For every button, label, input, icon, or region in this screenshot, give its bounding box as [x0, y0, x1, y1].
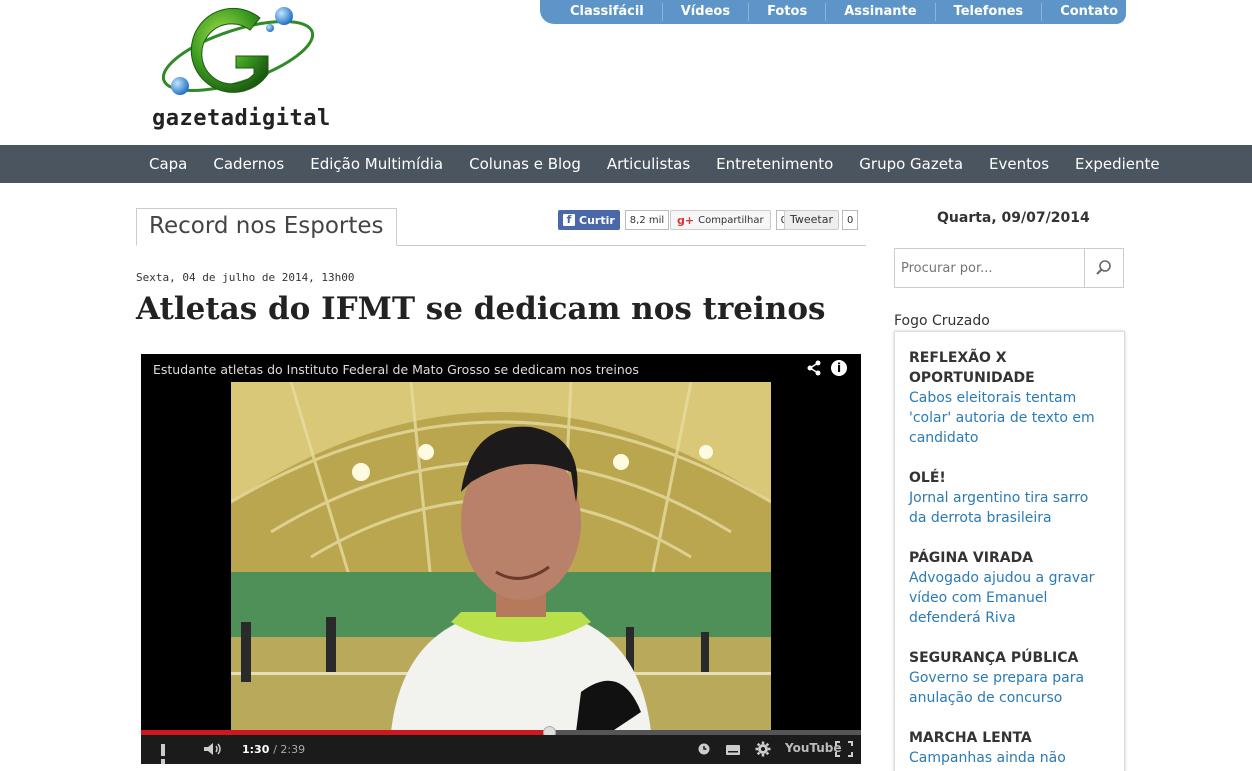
watch-later-icon[interactable]: [698, 743, 710, 758]
facebook-like-button[interactable]: f Curtir: [558, 210, 620, 230]
settings-gear-icon[interactable]: [755, 741, 771, 760]
top-menu-videos[interactable]: Vídeos: [663, 3, 750, 21]
facebook-icon: f: [563, 214, 575, 226]
logo-g-icon: [161, 7, 315, 95]
search-button[interactable]: [1085, 249, 1123, 287]
fullscreen-icon[interactable]: [835, 741, 853, 760]
fogo-cruzado-title: Fogo Cruzado: [894, 313, 990, 329]
fogo-cruzado-list: REFLEXÃO X OPORTUNIDADE Cabos eleitorais…: [894, 331, 1125, 771]
main-nav: Capa Cadernos Edição Multimídia Colunas …: [0, 145, 1252, 183]
facebook-like-label: Curtir: [579, 213, 615, 227]
nav-capa[interactable]: Capa: [136, 155, 200, 173]
video-controls: 1:30 / 2:39 YouTube: [141, 735, 861, 764]
top-menu-telefones[interactable]: Telefones: [936, 3, 1043, 21]
youtube-logo[interactable]: YouTube: [785, 741, 842, 755]
google-plus-share: g+ Compartilhar 0: [670, 210, 792, 230]
top-menu-classificados[interactable]: Classifácil: [552, 3, 663, 21]
logo-text: gazetadigital: [152, 106, 331, 131]
item-link[interactable]: Advogado ajudou a gravar vídeo com Emanu…: [909, 568, 1110, 628]
nav-colunas-blog[interactable]: Colunas e Blog: [456, 155, 594, 173]
nav-grupo-gazeta[interactable]: Grupo Gazeta: [846, 155, 976, 173]
current-time: 1:30: [242, 743, 270, 756]
current-date: Quarta, 09/07/2014: [937, 210, 1090, 226]
article-headline: Atletas do IFMT se dedicam nos treinos: [136, 291, 826, 327]
top-menu: Classifácil Vídeos Fotos Assinante Telef…: [540, 0, 1126, 24]
facebook-like: f Curtir 8,2 mil: [558, 210, 670, 230]
site-logo[interactable]: gazetadigital: [150, 4, 330, 134]
tweet-button[interactable]: Tweetar: [784, 210, 840, 230]
item-kicker: REFLEXÃO X OPORTUNIDADE: [909, 350, 1035, 386]
gym-background-image: [231, 382, 771, 732]
nav-entretenimento[interactable]: Entretenimento: [703, 155, 846, 173]
time-display: 1:30 / 2:39: [242, 742, 305, 756]
section-title: Record nos Esportes: [136, 208, 397, 246]
video-title: Estudante atletas do Instituto Federal d…: [153, 362, 639, 377]
google-plus-share-button[interactable]: g+ Compartilhar: [670, 210, 771, 230]
search-input[interactable]: [895, 249, 1085, 287]
nav-articulistas[interactable]: Articulistas: [594, 155, 703, 173]
list-item: OLÉ! Jornal argentino tira sarro da derr…: [909, 468, 1110, 528]
article-date: Sexta, 04 de julho de 2014, 13h00: [136, 271, 355, 284]
subtitles-icon[interactable]: [726, 744, 740, 758]
item-link[interactable]: Jornal argentino tira sarro da derrota b…: [909, 488, 1110, 528]
item-kicker: PÁGINA VIRADA: [909, 550, 1034, 566]
top-menu-fotos[interactable]: Fotos: [749, 3, 827, 21]
google-plus-icon: g+: [677, 213, 695, 227]
video-frame: [231, 382, 771, 732]
item-link[interactable]: Governo se prepara para anulação de conc…: [909, 668, 1110, 708]
facebook-like-count: 8,2 mil: [624, 210, 670, 230]
nav-edicao-multimidia[interactable]: Edição Multimídia: [297, 155, 456, 173]
item-kicker: SEGURANÇA PÚBLICA: [909, 650, 1079, 666]
volume-icon[interactable]: [203, 742, 223, 759]
tweet-count: 0: [842, 210, 859, 230]
item-link[interactable]: Cabos eleitorais tentam 'colar' autoria …: [909, 388, 1110, 448]
duration: / 2:39: [273, 743, 306, 756]
nav-expediente[interactable]: Expediente: [1062, 155, 1173, 173]
google-plus-share-label: Compartilhar: [698, 214, 764, 226]
twitter-share: Tweetar 0: [784, 210, 859, 230]
item-kicker: MARCHA LENTA: [909, 730, 1032, 746]
info-icon[interactable]: i: [831, 360, 847, 376]
pause-icon[interactable]: [161, 744, 175, 764]
search-box: [894, 248, 1124, 288]
video-player[interactable]: Estudante atletas do Instituto Federal d…: [141, 354, 861, 764]
list-item: PÁGINA VIRADA Advogado ajudou a gravar v…: [909, 548, 1110, 628]
list-item: SEGURANÇA PÚBLICA Governo se prepara par…: [909, 648, 1110, 708]
search-icon: [1096, 260, 1111, 275]
top-menu-assinante[interactable]: Assinante: [826, 3, 936, 21]
item-link[interactable]: Campanhas ainda não: [909, 748, 1110, 768]
share-icon[interactable]: [806, 360, 822, 380]
list-item: REFLEXÃO X OPORTUNIDADE Cabos eleitorais…: [909, 348, 1110, 448]
nav-cadernos[interactable]: Cadernos: [200, 155, 297, 173]
top-menu-contato[interactable]: Contato: [1042, 3, 1136, 21]
nav-eventos[interactable]: Eventos: [976, 155, 1062, 173]
list-item: MARCHA LENTA Campanhas ainda não: [909, 728, 1110, 768]
item-kicker: OLÉ!: [909, 470, 946, 486]
